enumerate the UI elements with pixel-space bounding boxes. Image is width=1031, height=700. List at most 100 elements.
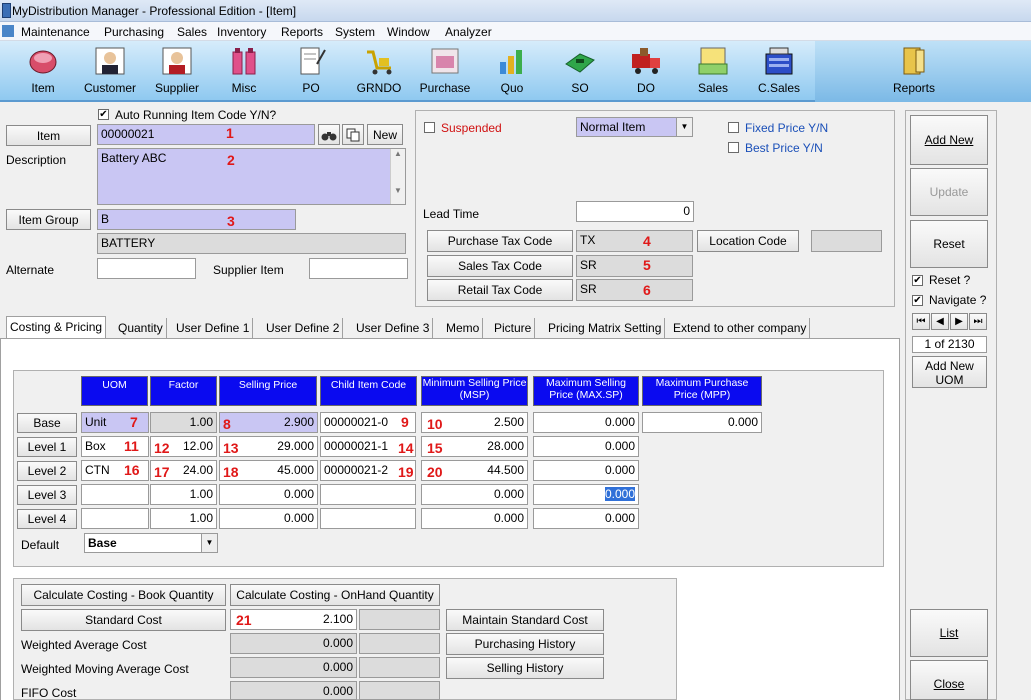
chevron-down-icon[interactable]: ▼ bbox=[676, 118, 692, 136]
prev-record-icon[interactable]: ◀ bbox=[931, 313, 949, 330]
toolbar-item-button[interactable]: Item bbox=[14, 41, 72, 102]
purchasing-history-button[interactable]: Purchasing History bbox=[446, 633, 604, 655]
standard-cost-button[interactable]: Standard Cost bbox=[21, 609, 226, 631]
level3-selling-field[interactable]: 0.000 bbox=[219, 484, 318, 505]
row-base-button[interactable]: Base bbox=[17, 413, 77, 433]
purchase-tax-button[interactable]: Purchase Tax Code bbox=[427, 230, 573, 252]
item-code-field[interactable]: 00000021 bbox=[97, 124, 315, 145]
last-record-icon[interactable]: ⏭ bbox=[969, 313, 987, 330]
toolbar-so-button[interactable]: SO bbox=[553, 41, 607, 102]
reset-button[interactable]: Reset bbox=[910, 220, 988, 268]
copy-icon[interactable] bbox=[342, 124, 364, 145]
base-mpp-field[interactable]: 0.000 bbox=[642, 412, 762, 433]
auto-code-checkbox[interactable]: ✔ bbox=[98, 109, 109, 120]
row-level1-button[interactable]: Level 1 bbox=[17, 437, 77, 457]
row-level4-button[interactable]: Level 4 bbox=[17, 509, 77, 529]
toolbar-do-button[interactable]: DO bbox=[618, 41, 674, 102]
tab-picture[interactable]: Picture bbox=[491, 318, 536, 338]
toolbar-quo-button[interactable]: Quo bbox=[485, 41, 539, 102]
supplier-item-field[interactable] bbox=[309, 258, 408, 279]
tab-user-define-2[interactable]: User Define 2 bbox=[263, 318, 344, 338]
reset-checkbox[interactable]: ✔ bbox=[912, 275, 923, 286]
selling-history-button[interactable]: Selling History bbox=[446, 657, 604, 679]
menu-inventory[interactable]: Inventory bbox=[217, 25, 266, 39]
row-level2-button[interactable]: Level 2 bbox=[17, 461, 77, 481]
maintain-standard-cost-button[interactable]: Maintain Standard Cost bbox=[446, 609, 604, 631]
menu-sales[interactable]: Sales bbox=[177, 25, 207, 39]
tab-costing-pricing[interactable]: Costing & Pricing bbox=[6, 316, 107, 338]
level2-maxsp-field[interactable]: 0.000 bbox=[533, 460, 639, 481]
sales-tax-field[interactable]: SR bbox=[576, 255, 693, 277]
level4-maxsp-field[interactable]: 0.000 bbox=[533, 508, 639, 529]
level4-child-field[interactable] bbox=[320, 508, 416, 529]
location-code-button[interactable]: Location Code bbox=[697, 230, 799, 252]
toolbar-grndo-button[interactable]: GRNDO bbox=[349, 41, 409, 102]
item-type-select[interactable]: Normal Item ▼ bbox=[576, 117, 693, 137]
toolbar-supplier-button[interactable]: Supplier bbox=[148, 41, 206, 102]
suspended-checkbox[interactable] bbox=[424, 122, 435, 133]
calc-onhand-qty-button[interactable]: Calculate Costing - OnHand Quantity bbox=[230, 584, 440, 606]
tab-pricing-matrix[interactable]: Pricing Matrix Setting bbox=[545, 318, 666, 338]
calc-book-qty-button[interactable]: Calculate Costing - Book Quantity bbox=[21, 584, 226, 606]
base-maxsp-field[interactable]: 0.000 bbox=[533, 412, 639, 433]
level4-factor-field[interactable]: 1.00 bbox=[150, 508, 217, 529]
fixed-price-checkbox[interactable] bbox=[728, 122, 739, 133]
item-group-button[interactable]: Item Group bbox=[6, 209, 91, 230]
mdi-document-icon[interactable] bbox=[2, 25, 14, 37]
level1-maxsp-field[interactable]: 0.000 bbox=[533, 436, 639, 457]
sales-tax-button[interactable]: Sales Tax Code bbox=[427, 255, 573, 277]
add-new-button[interactable]: Add New bbox=[910, 115, 988, 165]
base-uom-field[interactable]: Unit bbox=[81, 412, 149, 433]
retail-tax-button[interactable]: Retail Tax Code bbox=[427, 279, 573, 301]
level4-msp-field[interactable]: 0.000 bbox=[421, 508, 528, 529]
toolbar-sales-button[interactable]: Sales bbox=[686, 41, 740, 102]
description-scrollbar[interactable]: ▲ ▼ bbox=[390, 149, 405, 204]
toolbar-customer-button[interactable]: Customer bbox=[78, 41, 142, 102]
level3-factor-field[interactable]: 1.00 bbox=[150, 484, 217, 505]
toolbar-reports-button[interactable]: Reports bbox=[884, 41, 944, 102]
add-new-uom-button[interactable]: Add New UOM bbox=[912, 356, 987, 388]
base-selling-field[interactable]: 2.900 bbox=[219, 412, 318, 433]
toolbar-purchase-button[interactable]: Purchase bbox=[415, 41, 475, 102]
scroll-down-icon[interactable]: ▼ bbox=[391, 186, 405, 195]
tab-user-define-3[interactable]: User Define 3 bbox=[353, 318, 434, 338]
next-record-icon[interactable]: ▶ bbox=[950, 313, 968, 330]
first-record-icon[interactable]: ⏮ bbox=[912, 313, 930, 330]
location-code-field[interactable] bbox=[811, 230, 882, 252]
level3-msp-field[interactable]: 0.000 bbox=[421, 484, 528, 505]
default-uom-select[interactable]: Base ▼ bbox=[84, 533, 218, 553]
tab-user-define-1[interactable]: User Define 1 bbox=[173, 318, 254, 338]
level4-uom-field[interactable] bbox=[81, 508, 149, 529]
tab-quantity[interactable]: Quantity bbox=[115, 318, 167, 338]
alternate-field[interactable] bbox=[97, 258, 196, 279]
menu-analyzer[interactable]: Analyzer bbox=[445, 25, 492, 39]
chevron-down-icon[interactable]: ▼ bbox=[201, 534, 217, 552]
menu-window[interactable]: Window bbox=[387, 25, 430, 39]
menu-system[interactable]: System bbox=[335, 25, 375, 39]
menu-purchasing[interactable]: Purchasing bbox=[104, 25, 164, 39]
menu-reports[interactable]: Reports bbox=[281, 25, 323, 39]
toolbar-csales-button[interactable]: C.Sales bbox=[748, 41, 810, 102]
list-button[interactable]: List bbox=[910, 609, 988, 657]
retail-tax-field[interactable]: SR bbox=[576, 279, 693, 301]
item-group-field[interactable]: B bbox=[97, 209, 296, 230]
close-button[interactable]: Close bbox=[910, 660, 988, 700]
toolbar-misc-button[interactable]: Misc bbox=[215, 41, 273, 102]
menu-maintenance[interactable]: Maintenance bbox=[21, 25, 90, 39]
binoculars-icon[interactable] bbox=[318, 124, 340, 145]
level4-selling-field[interactable]: 0.000 bbox=[219, 508, 318, 529]
row-level3-button[interactable]: Level 3 bbox=[17, 485, 77, 505]
level3-maxsp-field[interactable]: 0.000 bbox=[533, 484, 639, 505]
best-price-checkbox[interactable] bbox=[728, 142, 739, 153]
navigate-checkbox[interactable]: ✔ bbox=[912, 295, 923, 306]
level3-child-field[interactable] bbox=[320, 484, 416, 505]
tab-extend-company[interactable]: Extend to other company bbox=[670, 318, 811, 338]
new-item-button[interactable]: New bbox=[367, 124, 403, 145]
toolbar-po-button[interactable]: PO bbox=[282, 41, 340, 102]
scroll-up-icon[interactable]: ▲ bbox=[391, 149, 405, 158]
description-field[interactable]: Battery ABC bbox=[97, 148, 406, 205]
tab-memo[interactable]: Memo bbox=[443, 318, 484, 338]
item-lookup-button[interactable]: Item bbox=[6, 125, 91, 146]
lead-time-field[interactable]: 0 bbox=[576, 201, 694, 222]
level3-uom-field[interactable] bbox=[81, 484, 149, 505]
